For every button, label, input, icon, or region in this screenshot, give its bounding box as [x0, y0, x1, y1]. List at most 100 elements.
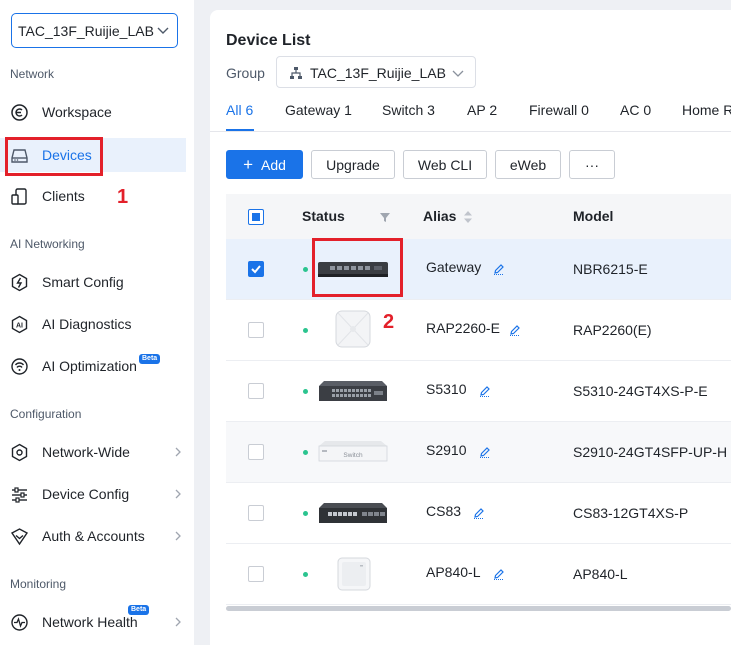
- tab-ap[interactable]: AP 2: [467, 102, 497, 118]
- sidebar-item-label: Clients: [42, 188, 85, 204]
- sidebar-item-clients[interactable]: Clients: [0, 179, 186, 213]
- chevron-right-icon: [175, 489, 181, 499]
- column-header-alias: Alias: [423, 208, 457, 224]
- row-model: RAP2260(E): [573, 322, 652, 338]
- table-header: Status Alias Model: [226, 194, 731, 239]
- table-row[interactable]: RAP2260-E RAP2260(E): [226, 300, 731, 361]
- sidebar-item-label: AI Optimization: [42, 358, 137, 374]
- upgrade-button[interactable]: Upgrade: [311, 150, 395, 179]
- row-checkbox[interactable]: [248, 322, 264, 338]
- group-selector[interactable]: TAC_13F_Ruijie_LAB: [276, 56, 476, 88]
- sidebar-item-network-health[interactable]: Network Health: [0, 605, 186, 639]
- tab-switch[interactable]: Switch 3: [382, 102, 435, 118]
- annotation-box-gateway-image: [312, 238, 403, 297]
- group-label: Group: [226, 65, 265, 81]
- beta-badge: Beta: [128, 605, 150, 615]
- chevron-right-icon: [175, 617, 181, 627]
- active-tab-indicator: [226, 129, 254, 131]
- web-cli-button[interactable]: Web CLI: [403, 150, 487, 179]
- switch-device-image: [319, 503, 387, 523]
- chevron-down-icon: [157, 27, 169, 34]
- row-checkbox[interactable]: [248, 261, 264, 277]
- edit-icon[interactable]: [479, 446, 491, 458]
- row-checkbox[interactable]: [248, 383, 264, 399]
- row-model: NBR6215-E: [573, 261, 648, 277]
- chevron-right-icon: [175, 447, 181, 457]
- tab-gateway[interactable]: Gateway 1: [285, 102, 352, 118]
- filter-icon[interactable]: [379, 211, 391, 223]
- sidebar-item-device-config[interactable]: Device Config: [0, 477, 186, 511]
- edit-icon[interactable]: [493, 568, 505, 580]
- tab-home-router[interactable]: Home R: [682, 102, 731, 118]
- table-row[interactable]: CS83 CS83-12GT4XS-P: [226, 483, 731, 544]
- edit-icon[interactable]: [479, 385, 491, 397]
- online-status-dot: [303, 572, 308, 577]
- online-status-dot: [303, 389, 308, 394]
- switch-device-image: Switch: [318, 441, 388, 462]
- checkmark-icon: [251, 265, 261, 274]
- project-selector-value: TAC_13F_Ruijie_LAB: [18, 22, 154, 39]
- sidebar-item-smart-config[interactable]: Smart Config: [0, 265, 186, 299]
- row-model: CS83-12GT4XS-P: [573, 505, 689, 521]
- sidebar-item-auth-accounts[interactable]: Auth & Accounts: [0, 519, 186, 553]
- network-wide-icon: [11, 443, 28, 462]
- row-model: S2910-24GT4SFP-UP-H: [573, 444, 728, 460]
- add-button-label: Add: [261, 156, 286, 173]
- tab-all[interactable]: All 6: [226, 102, 253, 118]
- section-label-configuration: Configuration: [10, 407, 82, 421]
- chevron-right-icon: [175, 531, 181, 541]
- column-header-status: Status: [302, 208, 345, 224]
- sidebar-item-ai-diagnostics[interactable]: AI AI Diagnostics: [0, 307, 186, 341]
- online-status-dot: [303, 511, 308, 516]
- sidebar-item-label: Device Config: [42, 486, 130, 502]
- sidebar-item-workspace[interactable]: Workspace: [0, 95, 186, 129]
- online-status-dot: [303, 328, 308, 333]
- indeterminate-mark: [252, 213, 260, 221]
- row-checkbox[interactable]: [248, 566, 264, 582]
- sidebar-item-label: AI Diagnostics: [42, 316, 132, 332]
- workspace-icon: [11, 104, 28, 121]
- table-row[interactable]: S5310 S5310-24GT4XS-P-E: [226, 361, 731, 422]
- tab-firewall[interactable]: Firewall 0: [529, 102, 589, 118]
- row-alias: S5310: [426, 381, 467, 397]
- row-checkbox[interactable]: [248, 505, 264, 521]
- edit-icon[interactable]: [473, 507, 485, 519]
- sidebar-item-label: Workspace: [42, 104, 112, 120]
- edit-icon[interactable]: [509, 324, 521, 336]
- project-selector[interactable]: TAC_13F_Ruijie_LAB: [11, 13, 178, 48]
- svg-text:AI: AI: [16, 323, 23, 330]
- table-row[interactable]: Gateway NBR6215-E: [226, 239, 731, 300]
- sidebar-item-label: Network Health: [42, 614, 138, 630]
- switch-badge-text: Switch: [343, 452, 363, 459]
- online-status-dot: [303, 267, 308, 272]
- network-health-icon: [11, 614, 28, 631]
- row-checkbox[interactable]: [248, 444, 264, 460]
- sidebar: TAC_13F_Ruijie_LAB Network Workspace Dev…: [0, 0, 194, 645]
- table-row[interactable]: AP840-L AP840-L: [226, 544, 731, 605]
- ap-device-image: [335, 310, 371, 348]
- annotation-number-2: 2: [383, 311, 395, 333]
- annotation-box-devices: [5, 137, 103, 176]
- device-config-icon: [12, 487, 27, 503]
- plus-icon: +: [243, 154, 253, 174]
- tab-ac[interactable]: AC 0: [620, 102, 651, 118]
- online-status-dot: [303, 450, 308, 455]
- clients-icon: [11, 188, 27, 205]
- smart-config-icon: [11, 273, 28, 292]
- add-button[interactable]: + Add: [226, 150, 303, 179]
- section-label-ai-networking: AI Networking: [10, 237, 85, 251]
- row-alias: S2910: [426, 442, 467, 458]
- column-header-model: Model: [573, 208, 614, 224]
- edit-icon[interactable]: [493, 263, 505, 275]
- sidebar-item-network-wide[interactable]: Network-Wide: [0, 435, 186, 469]
- more-actions-button[interactable]: ···: [569, 150, 615, 179]
- horizontal-scrollbar[interactable]: [226, 606, 731, 611]
- ap-device-image: [337, 557, 371, 591]
- sidebar-item-label: Smart Config: [42, 274, 124, 290]
- eweb-button[interactable]: eWeb: [495, 150, 561, 179]
- annotation-number-1: 1: [117, 186, 129, 208]
- beta-badge: Beta: [139, 354, 161, 364]
- sort-icon[interactable]: [463, 210, 473, 224]
- select-all-checkbox[interactable]: [248, 209, 264, 225]
- table-row[interactable]: Switch S2910 S2910-24GT4SFP-UP-H: [226, 422, 731, 483]
